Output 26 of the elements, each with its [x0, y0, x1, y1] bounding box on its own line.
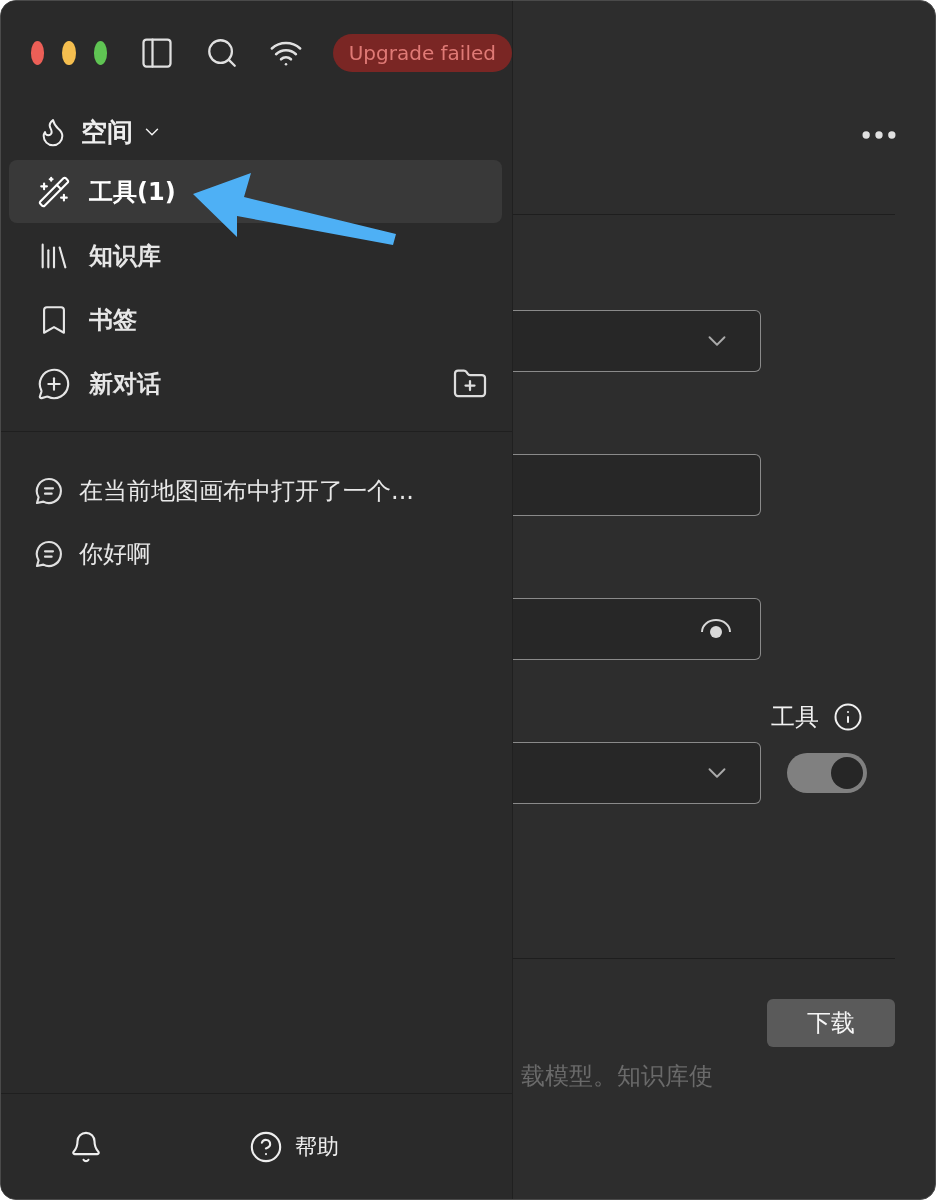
eye-icon[interactable] — [700, 618, 732, 640]
tools-label: 工具 — [771, 702, 819, 733]
conversation-item[interactable]: 在当前地图画布中打开了一个... — [1, 459, 512, 522]
close-button[interactable] — [31, 41, 45, 65]
chat-plus-icon — [37, 366, 71, 401]
help-button[interactable]: 帮助 — [249, 1129, 339, 1164]
sidebar-item[interactable]: 书签 — [9, 288, 502, 351]
conversation-item[interactable]: 你好啊 — [1, 522, 512, 585]
space-selector[interactable]: 空间 — [1, 105, 163, 159]
tools-toggle[interactable] — [787, 753, 867, 793]
description-text: 载模型。知识库使 — [520, 1061, 714, 1092]
zoom-button[interactable] — [93, 41, 108, 65]
notification-icon[interactable] — [69, 1129, 103, 1164]
download-button[interactable]: 下载 — [767, 999, 895, 1047]
minimize-button[interactable] — [62, 41, 76, 65]
help-icon — [249, 1129, 283, 1164]
status-badge: Upgrade failed — [332, 34, 512, 72]
magic-wand-icon — [37, 174, 71, 209]
input-field[interactable] — [513, 454, 761, 516]
sidebar-item[interactable]: 新对话 — [9, 352, 502, 415]
password-field[interactable] — [513, 598, 761, 660]
info-icon[interactable] — [833, 702, 863, 732]
sidebar-item[interactable]: 工具(1) — [9, 160, 502, 223]
select-field[interactable] — [513, 310, 761, 372]
select-field[interactable] — [513, 742, 761, 804]
sidebar-item[interactable]: 知识库 — [9, 224, 502, 287]
